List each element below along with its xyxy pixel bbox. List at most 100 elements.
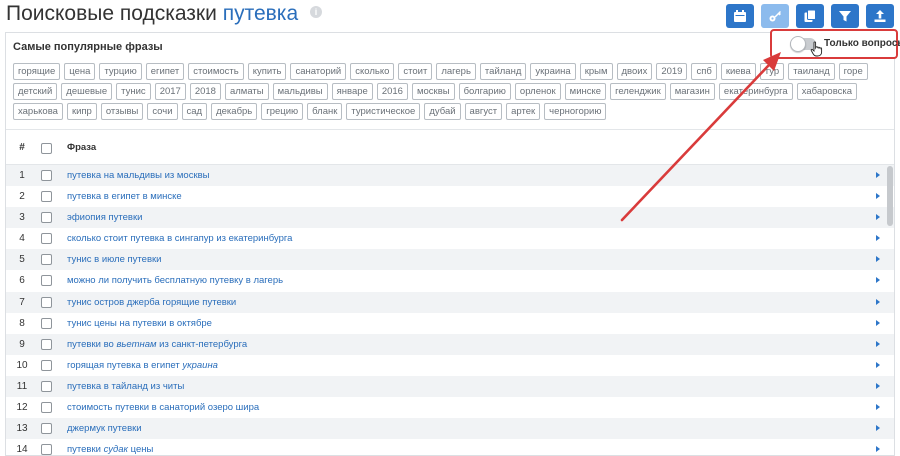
info-icon[interactable]: i bbox=[309, 6, 322, 19]
phrase-tag[interactable]: январе bbox=[331, 83, 373, 100]
table-row[interactable]: 5 тунис в июле путевки bbox=[6, 249, 894, 271]
phrase-tag[interactable]: стоит bbox=[398, 63, 433, 80]
table-row[interactable]: 13 джермук путевки bbox=[6, 418, 894, 440]
phrase-tag[interactable]: болгарию bbox=[458, 83, 511, 100]
phrase-tag[interactable]: лагерь bbox=[436, 63, 476, 80]
phrase-tag[interactable]: санаторий bbox=[290, 63, 347, 80]
phrase-tag[interactable]: дубай bbox=[424, 103, 461, 120]
phrase-tag[interactable]: минске bbox=[564, 83, 607, 100]
row-checkbox[interactable] bbox=[41, 254, 52, 266]
expand-arrow-icon[interactable] bbox=[876, 193, 880, 200]
phrase-tag[interactable]: москвы bbox=[411, 83, 455, 100]
phrase-tag[interactable]: детский bbox=[13, 83, 58, 100]
expand-arrow-icon[interactable] bbox=[876, 277, 880, 284]
expand-arrow-icon[interactable] bbox=[876, 319, 880, 326]
phrase-tag[interactable]: декабрь bbox=[211, 103, 258, 120]
row-checkbox[interactable] bbox=[41, 170, 52, 181]
table-row[interactable]: 6 можно ли получить бесплатную путевку в … bbox=[6, 270, 894, 291]
phrase-tag[interactable]: сочи bbox=[147, 103, 178, 120]
row-checkbox[interactable] bbox=[41, 402, 52, 414]
only-questions-label[interactable]: Только вопросы bbox=[824, 38, 900, 49]
table-row[interactable]: 3 эфиопия путевки bbox=[6, 207, 894, 229]
phrase-tag[interactable]: цена bbox=[64, 63, 96, 80]
phrase-tag[interactable]: горе bbox=[838, 63, 868, 80]
expand-arrow-icon[interactable] bbox=[876, 425, 880, 432]
expand-arrow-icon[interactable] bbox=[876, 446, 880, 453]
phrase-tag[interactable]: август bbox=[464, 103, 503, 120]
table-row[interactable]: 1 путевка на мальдивы из москвы bbox=[6, 165, 894, 187]
phrase-tag[interactable]: 2019 bbox=[656, 63, 688, 80]
expand-arrow-icon[interactable] bbox=[876, 172, 880, 178]
row-checkbox[interactable] bbox=[41, 380, 52, 392]
phrase-tag[interactable]: тунис bbox=[116, 83, 151, 100]
table-row[interactable]: 12 стоимость путевки в санаторий озеро ши… bbox=[6, 397, 894, 418]
phrase-tag[interactable]: купить bbox=[247, 63, 287, 80]
table-row[interactable]: 7 тунис остров джерба горящие путевки bbox=[6, 291, 894, 313]
phrase-tag[interactable]: 2017 bbox=[154, 83, 186, 100]
phrase-tag[interactable]: туристическое bbox=[346, 103, 421, 120]
phrase-tag[interactable]: дешевые bbox=[61, 83, 113, 100]
row-checkbox[interactable] bbox=[41, 359, 52, 371]
column-phrase-header[interactable]: Фраза bbox=[67, 142, 96, 153]
phrase-link[interactable]: тунис остров джерба горящие путевки bbox=[67, 297, 236, 308]
select-all-checkbox[interactable] bbox=[41, 143, 52, 154]
phrase-tag[interactable]: стоимость bbox=[188, 63, 244, 80]
table-row[interactable]: 11 путевка в тайланд из читы bbox=[6, 375, 894, 398]
row-checkbox[interactable] bbox=[41, 233, 52, 245]
table-row[interactable]: 2 путевка в египет в минске bbox=[6, 186, 894, 207]
phrase-tag[interactable]: харькова bbox=[13, 103, 63, 120]
key-button[interactable] bbox=[761, 4, 789, 28]
table-row[interactable]: 10 горящая путевка в египет украина bbox=[6, 355, 894, 376]
expand-arrow-icon[interactable] bbox=[876, 235, 880, 242]
phrase-tag[interactable]: двоих bbox=[616, 63, 653, 80]
calendar-button[interactable] bbox=[726, 4, 754, 28]
phrase-tag[interactable]: египет bbox=[145, 63, 185, 80]
export-button[interactable] bbox=[866, 4, 894, 28]
phrase-link[interactable]: эфиопия путевки bbox=[67, 212, 142, 223]
phrase-tag[interactable]: спб bbox=[691, 63, 717, 80]
phrase-tag[interactable]: черногорию bbox=[544, 103, 607, 120]
phrase-tag[interactable]: орленок bbox=[514, 83, 561, 100]
phrase-link[interactable]: тунис в июле путевки bbox=[67, 254, 161, 265]
phrase-tag[interactable]: горящие bbox=[13, 63, 61, 80]
table-row[interactable]: 4 сколько стоит путевка в сингапур из ека… bbox=[6, 228, 894, 249]
phrase-link[interactable]: горящая путевка в египет украина bbox=[67, 360, 218, 371]
scrollbar-thumb[interactable] bbox=[887, 166, 893, 226]
phrase-link[interactable]: джермук путевки bbox=[67, 423, 142, 434]
phrase-tag[interactable]: 2016 bbox=[376, 83, 408, 100]
table-row[interactable]: 9 путевки во вьетнам из санкт-петербурга bbox=[6, 333, 894, 355]
expand-arrow-icon[interactable] bbox=[876, 298, 880, 305]
row-checkbox[interactable] bbox=[41, 212, 52, 224]
copy-button[interactable] bbox=[796, 4, 824, 28]
phrase-link[interactable]: стоимость путевки в санаторий озеро шира bbox=[67, 402, 259, 413]
phrase-tag[interactable]: тайланд bbox=[479, 63, 527, 80]
row-checkbox[interactable] bbox=[41, 338, 52, 350]
table-row[interactable]: 14 путевки судак цены bbox=[6, 439, 894, 456]
phrase-tag[interactable]: мальдивы bbox=[272, 83, 328, 100]
row-checkbox[interactable] bbox=[41, 275, 52, 287]
phrase-link[interactable]: путевка в тайланд из читы bbox=[67, 381, 184, 392]
phrase-tag[interactable]: бланк bbox=[307, 103, 343, 120]
phrase-tag[interactable]: крым bbox=[579, 63, 613, 80]
expand-arrow-icon[interactable] bbox=[876, 382, 880, 389]
phrase-tag[interactable]: таиланд bbox=[788, 63, 835, 80]
phrase-tag[interactable]: сад bbox=[181, 103, 208, 120]
expand-arrow-icon[interactable] bbox=[876, 340, 880, 347]
expand-arrow-icon[interactable] bbox=[876, 404, 880, 411]
phrase-tag[interactable]: геленджик bbox=[610, 83, 666, 100]
phrase-tag[interactable]: отзывы bbox=[100, 103, 144, 120]
phrase-tag[interactable]: кипр bbox=[66, 103, 97, 120]
row-checkbox[interactable] bbox=[41, 444, 52, 456]
phrase-tag[interactable]: хабаровска bbox=[796, 83, 858, 100]
phrase-link[interactable]: сколько стоит путевка в сингапур из екат… bbox=[67, 233, 292, 244]
toggle-knob[interactable] bbox=[790, 36, 806, 52]
phrase-tag[interactable]: алматы bbox=[224, 83, 269, 100]
row-checkbox[interactable] bbox=[41, 296, 52, 308]
phrase-tag[interactable]: сколько bbox=[350, 63, 395, 80]
phrase-link[interactable]: можно ли получить бесплатную путевку в л… bbox=[67, 275, 283, 286]
phrase-link[interactable]: путевки во вьетнам из санкт-петербурга bbox=[67, 339, 247, 350]
filter-button[interactable] bbox=[831, 4, 859, 28]
phrase-link[interactable]: путевки судак цены bbox=[67, 444, 153, 455]
phrase-link[interactable]: путевка в египет в минске bbox=[67, 191, 182, 202]
table-row[interactable]: 8 тунис цены на путевки в октябре bbox=[6, 313, 894, 334]
